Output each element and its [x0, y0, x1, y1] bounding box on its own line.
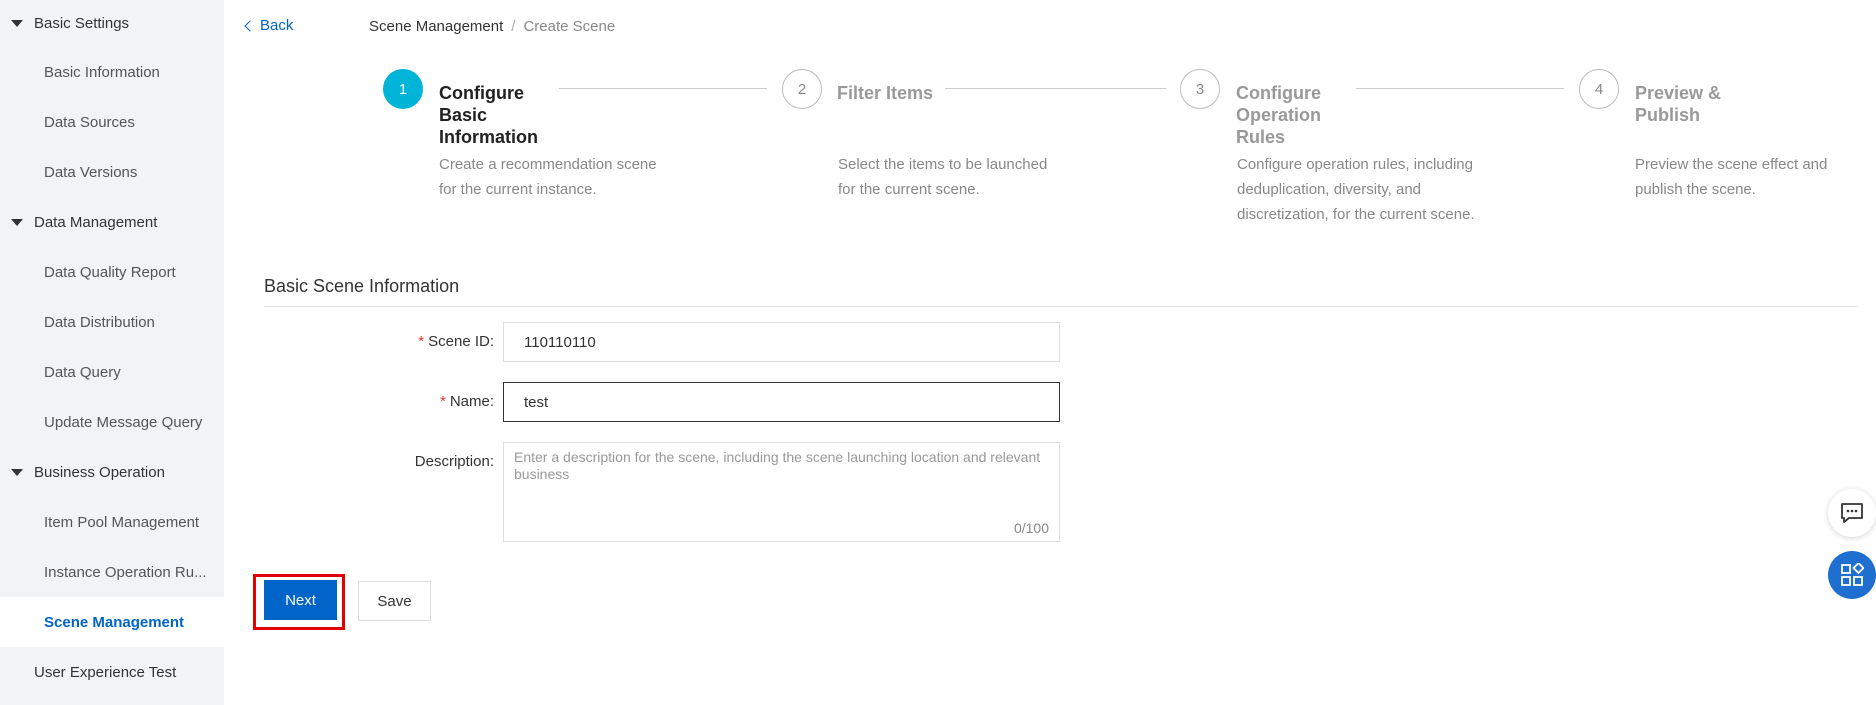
sidebar-item-data-sources[interactable]: Data Sources	[0, 97, 224, 147]
section-divider	[264, 306, 1857, 307]
sidebar-item-data-versions[interactable]: Data Versions	[0, 147, 224, 197]
highlight-box	[253, 574, 345, 630]
sidebar-item-data-quality-report[interactable]: Data Quality Report	[0, 247, 224, 297]
step-4-title: Preview & Publish	[1635, 83, 1722, 125]
character-counter: 0/100	[1013, 520, 1049, 536]
sidebar-item-update-message-query[interactable]: Update Message Query	[0, 397, 224, 447]
step-1-description: Create a recommendation scene for the cu…	[439, 156, 657, 198]
sidebar-item-basic-information[interactable]: Basic Information	[0, 47, 224, 97]
apps-icon	[1841, 563, 1864, 586]
step-1-title: Configure Basic Information	[439, 83, 538, 147]
sidebar-item-data-distribution[interactable]: Data Distribution	[0, 297, 224, 347]
caret-down-icon	[11, 19, 23, 27]
sidebar-item-user-experience-test[interactable]: User Experience Test	[0, 647, 224, 697]
back-link[interactable]: Back	[244, 17, 293, 34]
name-input[interactable]: test	[503, 382, 1060, 422]
apps-float-button[interactable]	[1828, 551, 1876, 599]
name-label: * Name:	[439, 393, 494, 410]
breadcrumb-scene-management[interactable]: Scene Management	[369, 18, 503, 35]
caret-down-icon	[11, 468, 23, 476]
step-3-title: Configure Operation Rules	[1236, 83, 1322, 147]
description-textarea[interactable]: Enter a description for the scene, inclu…	[503, 442, 1060, 542]
description-label: Description:	[414, 453, 494, 470]
sidebar-group-business-operation[interactable]: Business Operation	[0, 449, 224, 495]
step-4-description: Preview the scene effect and publish the…	[1635, 156, 1828, 198]
breadcrumb: Scene Management / Create Scene	[369, 18, 615, 35]
step-connector	[559, 88, 767, 89]
step-2-circle: 2	[782, 69, 822, 109]
scene-id-field[interactable]: 110110110	[503, 322, 1060, 362]
sidebar-group-data-management[interactable]: Data Management	[0, 199, 224, 245]
step-connector	[945, 88, 1166, 89]
step-2-description: Select the items to be launched for the …	[838, 156, 1048, 198]
step-connector	[1356, 88, 1564, 89]
required-mark: *	[439, 393, 446, 410]
step-2-title: Filter Items	[837, 83, 934, 103]
section-title: Basic Scene Information	[264, 276, 460, 296]
caret-down-icon	[11, 218, 23, 226]
scene-id-label: * Scene ID:	[418, 333, 494, 350]
chat-float-button[interactable]	[1828, 489, 1876, 537]
sidebar-group-basic-settings[interactable]: Basic Settings	[0, 0, 224, 46]
sidebar: Basic Settings Basic Information Data So…	[0, 0, 224, 705]
step-4-circle: 4	[1579, 69, 1619, 109]
step-3-description: Configure operation rules, including ded…	[1237, 156, 1475, 223]
sidebar-item-instance-operation-rules[interactable]: Instance Operation Ru...	[0, 547, 224, 597]
step-1-circle: 1	[383, 69, 423, 109]
breadcrumb-current: Create Scene	[523, 18, 616, 35]
save-button[interactable]: Save	[358, 581, 431, 621]
chat-icon	[1841, 503, 1863, 523]
sidebar-item-scene-management[interactable]: Scene Management	[0, 597, 224, 647]
sidebar-item-item-pool-management[interactable]: Item Pool Management	[0, 497, 224, 547]
sidebar-item-data-query[interactable]: Data Query	[0, 347, 224, 397]
chevron-left-icon	[244, 20, 256, 32]
required-mark: *	[418, 333, 425, 350]
breadcrumb-separator: /	[511, 18, 516, 35]
step-3-circle: 3	[1180, 69, 1220, 109]
description-placeholder: Enter a description for the scene, inclu…	[514, 449, 1041, 482]
